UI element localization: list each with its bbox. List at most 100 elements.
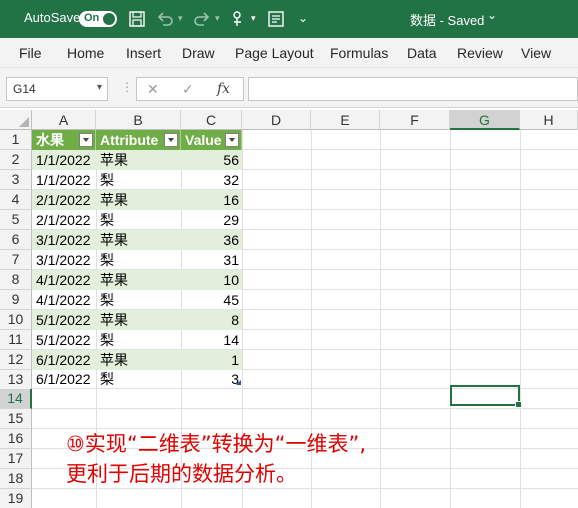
value-cell[interactable]: 56 [181, 150, 239, 170]
column-header-c[interactable]: C [181, 110, 242, 130]
row-header[interactable]: 15 [0, 409, 32, 429]
autosave-toggle[interactable]: On [79, 11, 117, 27]
date-cell[interactable]: 4/1/2022 [36, 270, 91, 290]
undo-icon[interactable] [155, 9, 175, 29]
date-cell[interactable]: 5/1/2022 [36, 330, 91, 350]
row-header[interactable]: 10 [0, 310, 32, 330]
tab-file[interactable]: File [19, 45, 42, 61]
table-header-cell[interactable]: Value [181, 130, 242, 150]
attribute-cell[interactable]: 梨 [100, 170, 114, 190]
filter-dropdown-icon[interactable] [79, 133, 93, 147]
attribute-cell[interactable]: 苹果 [100, 190, 128, 210]
column-header-a[interactable]: A [32, 110, 96, 130]
value-cell[interactable]: 10 [181, 270, 239, 290]
row-header[interactable]: 12 [0, 350, 32, 370]
row-header[interactable]: 14 [0, 389, 32, 409]
active-cell-g14[interactable] [450, 385, 522, 408]
column-header-f[interactable]: F [380, 110, 450, 130]
row-header[interactable]: 18 [0, 469, 32, 489]
date-cell[interactable]: 5/1/2022 [36, 310, 91, 330]
attribute-cell[interactable]: 苹果 [100, 270, 128, 290]
row-header[interactable]: 4 [0, 190, 32, 210]
date-cell[interactable]: 6/1/2022 [36, 369, 91, 389]
value-cell[interactable]: 1 [181, 350, 239, 370]
value-cell[interactable]: 3 [181, 369, 239, 389]
column-header-b[interactable]: B [96, 110, 181, 130]
table-resize-handle[interactable] [236, 380, 241, 385]
select-all-button[interactable] [0, 110, 32, 130]
filter-dropdown-icon[interactable] [225, 133, 239, 147]
date-cell[interactable]: 2/1/2022 [36, 210, 91, 230]
tab-review[interactable]: Review [457, 45, 503, 61]
date-cell[interactable]: 1/1/2022 [36, 150, 91, 170]
value-cell[interactable]: 32 [181, 170, 239, 190]
date-cell[interactable]: 3/1/2022 [36, 250, 91, 270]
attribute-cell[interactable]: 苹果 [100, 310, 128, 330]
column-header-h[interactable]: H [520, 110, 578, 130]
value-cell[interactable]: 16 [181, 190, 239, 210]
enter-icon[interactable]: ✓ [182, 81, 194, 98]
column-header-d[interactable]: D [242, 110, 311, 130]
name-box-value: G14 [13, 82, 36, 96]
table-header-cell[interactable]: Attribute [96, 130, 181, 150]
date-cell[interactable]: 6/1/2022 [36, 350, 91, 370]
attribute-cell[interactable]: 苹果 [100, 230, 128, 250]
touch-dropdown-icon[interactable]: ▾ [251, 13, 256, 24]
tab-home[interactable]: Home [67, 45, 104, 61]
redo-icon[interactable] [192, 9, 212, 29]
date-cell[interactable]: 3/1/2022 [36, 230, 91, 250]
row-header[interactable]: 13 [0, 370, 32, 390]
tab-page-layout[interactable]: Page Layout [235, 45, 314, 61]
document-title[interactable]: 数据 - Saved [410, 10, 484, 29]
row-header[interactable]: 9 [0, 290, 32, 310]
tab-view[interactable]: View [521, 45, 551, 61]
attribute-cell[interactable]: 梨 [100, 250, 114, 270]
value-cell[interactable]: 36 [181, 230, 239, 250]
attribute-cell[interactable]: 梨 [100, 290, 114, 310]
insert-function-icon[interactable]: fx [217, 81, 230, 97]
row-header[interactable]: 6 [0, 230, 32, 250]
name-box-dropdown-icon[interactable]: ▾ [97, 82, 102, 93]
row-header[interactable]: 16 [0, 429, 32, 449]
date-cell[interactable]: 4/1/2022 [36, 290, 91, 310]
date-cell[interactable]: 2/1/2022 [36, 190, 91, 210]
customize-toolbar-icon[interactable]: ⌄ [298, 11, 308, 25]
title-dropdown-icon[interactable]: ⌄ [487, 8, 497, 22]
value-cell[interactable]: 8 [181, 310, 239, 330]
value-cell[interactable]: 31 [181, 250, 239, 270]
date-cell[interactable]: 1/1/2022 [36, 170, 91, 190]
undo-dropdown-icon[interactable]: ▾ [178, 13, 183, 24]
form-icon[interactable] [266, 9, 286, 29]
touch-mode-icon[interactable] [228, 9, 248, 29]
column-header-g[interactable]: G [450, 110, 520, 130]
filter-dropdown-icon[interactable] [164, 133, 178, 147]
value-cell[interactable]: 14 [181, 330, 239, 350]
attribute-cell[interactable]: 苹果 [100, 150, 128, 170]
tab-formulas[interactable]: Formulas [330, 45, 388, 61]
column-header-e[interactable]: E [311, 110, 380, 130]
attribute-cell[interactable]: 梨 [100, 210, 114, 230]
value-cell[interactable]: 29 [181, 210, 239, 230]
attribute-cell[interactable]: 梨 [100, 330, 114, 350]
attribute-cell[interactable]: 梨 [100, 369, 114, 389]
redo-dropdown-icon[interactable]: ▾ [215, 13, 220, 24]
row-header[interactable]: 11 [0, 330, 32, 350]
formula-input[interactable] [248, 77, 578, 101]
row-header[interactable]: 2 [0, 150, 32, 170]
tab-insert[interactable]: Insert [126, 45, 161, 61]
tab-draw[interactable]: Draw [182, 45, 215, 61]
table-header-cell[interactable]: 水果 [32, 130, 96, 150]
attribute-cell[interactable]: 苹果 [100, 350, 128, 370]
row-header[interactable]: 3 [0, 170, 32, 190]
row-header[interactable]: 8 [0, 270, 32, 290]
save-icon[interactable] [127, 9, 147, 29]
cancel-icon[interactable]: ✕ [147, 81, 159, 98]
row-header[interactable]: 17 [0, 449, 32, 469]
value-cell[interactable]: 45 [181, 290, 239, 310]
row-header[interactable]: 19 [0, 489, 32, 508]
row-header[interactable]: 1 [0, 130, 32, 150]
row-header[interactable]: 5 [0, 210, 32, 230]
row-header[interactable]: 7 [0, 250, 32, 270]
name-box[interactable]: G14 ▾ [6, 77, 108, 101]
tab-data[interactable]: Data [407, 45, 437, 61]
